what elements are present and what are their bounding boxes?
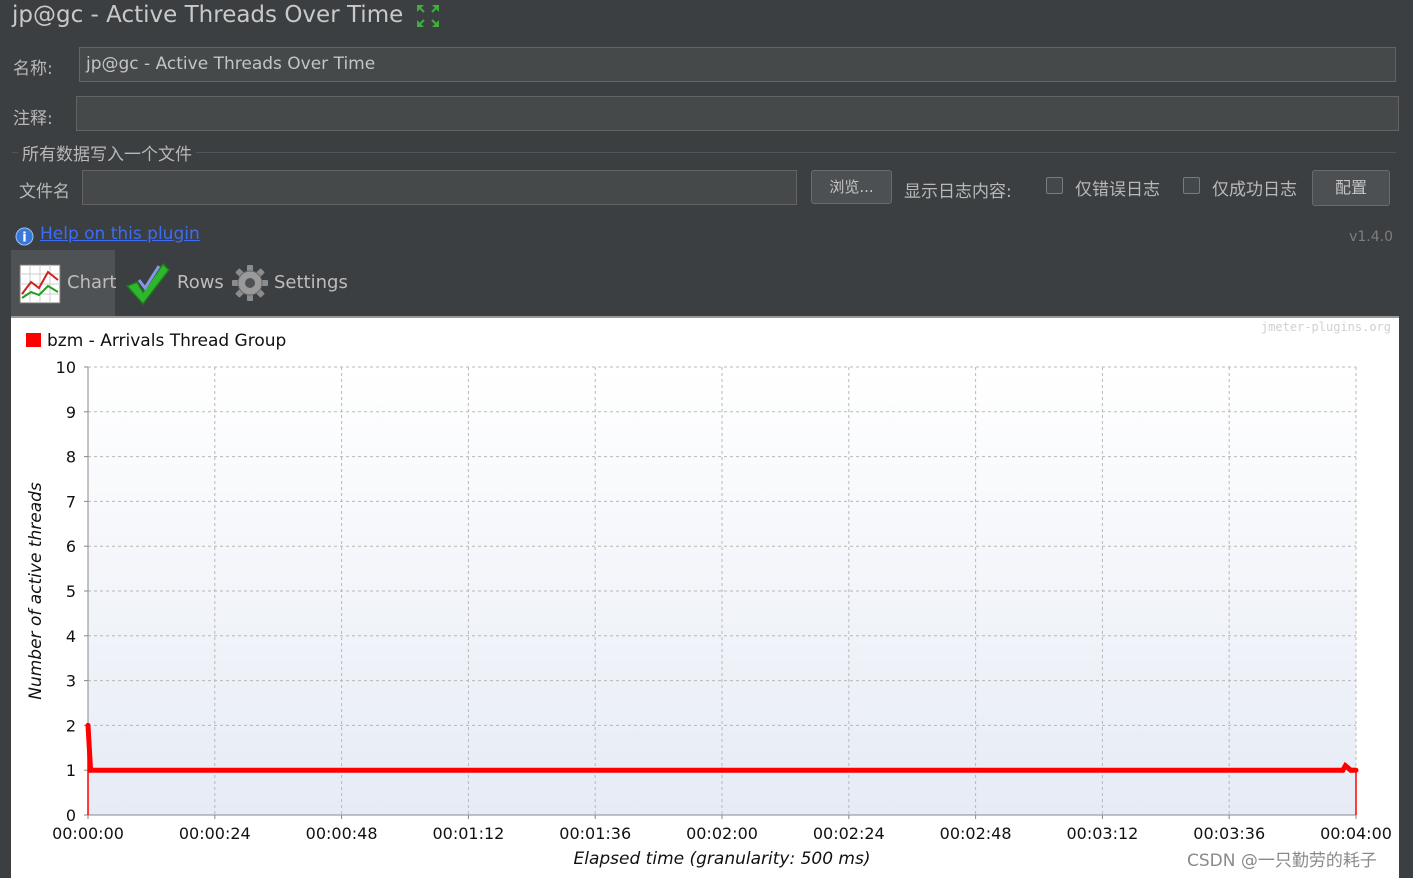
x-tick-label: 00:01:36: [559, 824, 631, 843]
tab-chart[interactable]: Chart: [11, 250, 117, 316]
legend-swatch: [26, 333, 41, 347]
tab-rows-label: Rows: [177, 272, 224, 293]
browse-button[interactable]: 浏览...: [811, 170, 892, 204]
gear-icon: [232, 265, 268, 301]
chart-icon: [19, 264, 61, 304]
x-tick-label: 00:00:24: [179, 824, 251, 843]
y-tick-label: 0: [66, 806, 76, 825]
errors-only-label: 仅错误日志: [1075, 180, 1160, 200]
filename-input[interactable]: [82, 170, 797, 205]
name-label: 名称:: [13, 59, 53, 79]
x-tick-label: 00:01:12: [432, 824, 504, 843]
errors-only-checkbox[interactable]: [1046, 177, 1063, 194]
data-point: [88, 767, 94, 773]
success-only-label: 仅成功日志: [1212, 180, 1297, 200]
y-tick-label: 9: [66, 403, 76, 422]
x-tick-label: 00:02:24: [813, 824, 885, 843]
checkmark-icon: [125, 262, 170, 306]
y-tick-label: 1: [66, 761, 76, 780]
tab-settings[interactable]: Settings: [231, 250, 351, 316]
x-tick-label: 00:00:48: [306, 824, 378, 843]
data-point: [1342, 763, 1348, 769]
data-point: [1353, 767, 1359, 773]
section-title: 所有数据写入一个文件: [18, 140, 196, 165]
svg-text:i: i: [22, 231, 26, 246]
y-tick-label: 5: [66, 582, 76, 601]
success-only-checkbox[interactable]: [1183, 177, 1200, 194]
section-divider: [12, 152, 1396, 153]
tab-rows[interactable]: Rows: [121, 250, 233, 316]
version-label: v1.4.0: [1349, 229, 1393, 245]
csdn-watermark: CSDN @一只勤劳的耗子: [1187, 851, 1377, 871]
file-label: 文件名: [19, 182, 70, 202]
tab-bar: Chart Rows Settings: [11, 250, 411, 316]
tab-chart-label: Chart: [67, 272, 117, 293]
window-title: jp@gc - Active Threads Over Time: [12, 2, 404, 28]
y-tick-label: 10: [56, 358, 76, 377]
x-tick-label: 00:04:00: [1320, 824, 1392, 843]
data-point: [85, 722, 91, 728]
legend-label: bzm - Arrivals Thread Group: [47, 331, 286, 351]
chart-panel: jmeter-plugins.org bzm - Arrivals Thread…: [11, 316, 1399, 878]
help-link[interactable]: Help on this plugin: [40, 224, 200, 244]
x-tick-label: 00:00:00: [52, 824, 124, 843]
y-tick-label: 2: [66, 716, 76, 735]
y-axis-label: Number of active threads: [26, 482, 46, 700]
x-tick-label: 00:02:48: [940, 824, 1012, 843]
info-icon: i: [15, 227, 34, 246]
y-tick-label: 8: [66, 448, 76, 467]
y-tick-label: 6: [66, 537, 76, 556]
x-axis-label: Elapsed time (granularity: 500 ms): [574, 849, 871, 869]
comment-input[interactable]: [76, 96, 1399, 131]
data-point: [719, 767, 725, 773]
data-point: [1340, 767, 1346, 773]
active-threads-chart: bzm - Arrivals Thread Group 0 1 2 3 4 5 6 7 8 9 10…: [26, 331, 1392, 869]
y-tick-label: 3: [66, 672, 76, 691]
x-tick-label: 00:02:00: [686, 824, 758, 843]
tab-settings-label: Settings: [274, 272, 348, 293]
comment-label: 注释:: [13, 109, 53, 129]
y-tick-label: 4: [66, 627, 76, 646]
y-tick-label: 7: [66, 492, 76, 511]
x-tick-label: 00:03:36: [1193, 824, 1265, 843]
log-display-label: 显示日志内容:: [904, 182, 1012, 202]
configure-button[interactable]: 配置: [1312, 170, 1390, 206]
x-tick-label: 00:03:12: [1066, 824, 1138, 843]
name-input[interactable]: jp@gc - Active Threads Over Time: [79, 47, 1396, 82]
expand-icon[interactable]: [415, 3, 441, 29]
